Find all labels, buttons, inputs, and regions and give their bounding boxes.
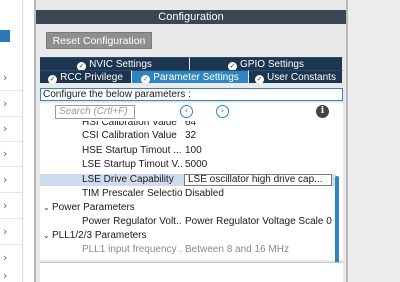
parameters-toolbar: Search (Crtl+F) ‹ › i (40, 103, 343, 121)
check-circle-icon: ✓ (228, 62, 238, 70)
group-power-parameters[interactable]: ⌄ Power Parameters (40, 202, 336, 214)
param-value: Between 8 and 16 MHz (185, 244, 289, 255)
tab-label: RCC Privilege (60, 72, 123, 83)
param-row[interactable]: HSE Startup Timout ... 100 (40, 145, 336, 157)
param-name: Power Regulator Volt... (82, 216, 182, 227)
divider (0, 192, 22, 193)
param-row[interactable]: CSI Calibration Value 32 (40, 130, 336, 142)
param-value: Power Regulator Voltage Scale 0 (185, 216, 332, 227)
right-background (348, 0, 400, 282)
configuration-panel: Configuration Reset Configuration ✓ NVIC … (34, 0, 348, 282)
group-name: PLL1/2/3 Parameters (52, 230, 147, 241)
param-value: 32 (185, 130, 197, 141)
expand-arrow-icon[interactable]: ⌄ (43, 230, 50, 242)
expand-arrow-icon[interactable]: ⌄ (43, 202, 50, 214)
check-circle-icon: ✓ (255, 75, 265, 83)
reset-configuration-button[interactable]: Reset Configuration (46, 32, 152, 49)
param-name: TIM Prescaler Selection (82, 188, 182, 199)
tab-row-2: ✓ RCC Privilege ✓ Parameter Settings ✓ User… (40, 70, 343, 83)
chevron-right-icon[interactable]: › (3, 123, 15, 135)
param-row[interactable]: LSE Startup Timout V... 5000 (40, 159, 336, 171)
divider (0, 166, 22, 167)
chevron-right-icon[interactable]: › (3, 174, 15, 186)
left-tree-panel: › › › › › › › › › (0, 0, 23, 282)
tab-label: Parameter Settings (153, 72, 239, 83)
next-match-icon[interactable]: › (216, 105, 229, 118)
chevron-right-icon[interactable]: › (3, 98, 15, 110)
configuration-title: Configuration (36, 10, 346, 24)
previous-match-icon[interactable]: ‹ (180, 105, 193, 118)
divider (0, 116, 22, 117)
param-row[interactable]: PLL1 input frequency ... Between 8 and 1… (40, 244, 336, 256)
tab-label: NVIC Settings (89, 59, 152, 70)
chevron-right-icon[interactable]: › (3, 72, 15, 84)
tab-gpio-settings[interactable]: ✓ GPIO Settings (190, 57, 343, 70)
chevron-right-icon[interactable]: › (3, 226, 15, 238)
tab-user-constants[interactable]: ✓ User Constants (249, 70, 343, 83)
group-pll-parameters[interactable]: ⌄ PLL1/2/3 Parameters (40, 230, 336, 242)
chevron-right-icon[interactable]: › (3, 200, 15, 212)
param-row[interactable]: HSI Calibration Value 64 (40, 121, 336, 129)
tab-label: User Constants (267, 72, 336, 83)
param-name: PLL1 input frequency ... (82, 244, 182, 255)
parameters-list: HSI Calibration Value 64 CSI Calibration… (40, 121, 343, 260)
param-row[interactable]: Power Regulator Volt... Power Regulator … (40, 216, 336, 228)
param-value: 100 (185, 145, 202, 156)
param-value: Disabled (185, 188, 224, 199)
group-name: Power Parameters (52, 202, 135, 213)
search-input[interactable]: Search (Crtl+F) (55, 105, 135, 119)
param-name: HSE Startup Timout ... (82, 145, 182, 156)
lse-drive-capability-dropdown[interactable]: LSE oscillator high drive cap... (184, 174, 332, 186)
tab-nvic-settings[interactable]: ✓ NVIC Settings (40, 57, 190, 70)
tab-rcc-privilege[interactable]: ✓ RCC Privilege (40, 70, 132, 83)
parameters-scrollbar[interactable] (335, 176, 339, 268)
parameter-description-pane (40, 262, 343, 282)
panel-gutter (23, 0, 34, 282)
chevron-right-icon[interactable]: › (3, 270, 15, 282)
param-name: LSE Startup Timout V... (82, 159, 182, 170)
param-value: 5000 (185, 159, 208, 170)
param-name: CSI Calibration Value (82, 130, 177, 141)
check-circle-icon: ✓ (48, 75, 58, 83)
divider (0, 141, 22, 142)
chevron-right-icon[interactable]: › (3, 252, 15, 264)
check-circle-icon: ✓ (141, 75, 151, 83)
param-name: LSE Drive Capability (82, 174, 174, 185)
param-name: HSI Calibration Value (82, 121, 177, 128)
info-icon[interactable]: i (316, 105, 329, 118)
check-circle-icon: ✓ (77, 62, 87, 70)
selected-tree-marker (0, 30, 10, 42)
tab-row-1: ✓ NVIC Settings ✓ GPIO Settings (40, 57, 343, 70)
chevron-right-icon[interactable]: › (3, 148, 15, 160)
tab-label: GPIO Settings (240, 59, 304, 70)
divider (0, 244, 22, 245)
param-row-selected[interactable]: LSE Drive Capability LSE oscillator high… (40, 174, 336, 186)
parameters-description: Configure the below parameters : (40, 88, 343, 101)
param-row[interactable]: TIM Prescaler Selection Disabled (40, 188, 336, 200)
divider (0, 90, 22, 91)
tab-parameter-settings[interactable]: ✓ Parameter Settings (132, 70, 249, 83)
divider (0, 218, 22, 219)
param-value: 64 (185, 121, 197, 128)
